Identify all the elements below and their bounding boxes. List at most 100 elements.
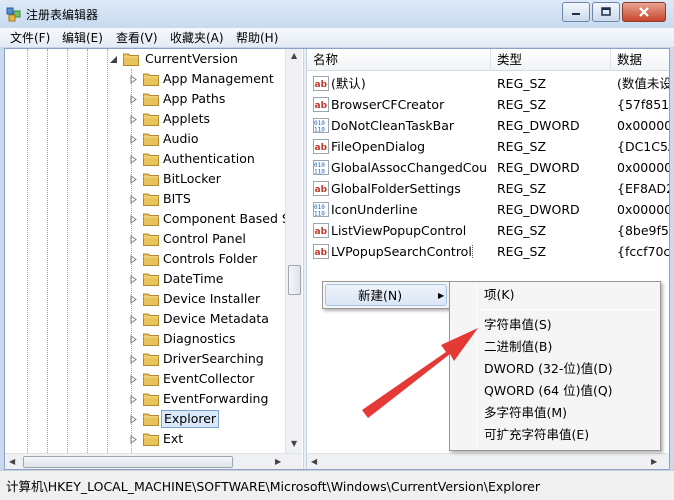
tree-item-device-metadata[interactable]: Device Metadata	[5, 309, 285, 329]
svg-text:110: 110	[314, 169, 325, 176]
minimize-button[interactable]	[562, 2, 590, 22]
list-item[interactable]: ab (默认) REG_SZ (数值未设	[307, 73, 669, 94]
list-item[interactable]: 010110IconUnderline REG_DWORD 0x000000	[307, 199, 669, 220]
list-item[interactable]: 010110DoNotCleanTaskBar REG_DWORD 0x000000	[307, 115, 669, 136]
tree-item-eventcollector[interactable]: EventCollector	[5, 369, 285, 389]
expand-triangle-icon[interactable]	[129, 355, 138, 364]
expand-triangle-icon[interactable]	[129, 135, 138, 144]
menu-file[interactable]: 文件(F)	[6, 29, 54, 47]
tree-item-diagnostics[interactable]: Diagnostics	[5, 329, 285, 349]
value-data: 0x000000	[617, 118, 669, 133]
binary-value-icon: 010110	[313, 202, 329, 217]
list-horizontal-scrollbar[interactable]: ◀ ▶	[307, 453, 669, 469]
tree-item-currentversion[interactable]: CurrentVersion	[5, 49, 285, 69]
value-name: IconUnderline	[331, 202, 418, 217]
column-type[interactable]: 类型	[491, 49, 611, 71]
expand-triangle-icon[interactable]	[129, 175, 138, 184]
menu-new-qword-value[interactable]: QWORD (64 位)值(Q)	[452, 380, 658, 402]
collapse-triangle-icon[interactable]	[109, 55, 118, 64]
tree-item-component-based-s[interactable]: Component Based S	[5, 209, 290, 229]
expand-triangle-icon[interactable]	[129, 155, 138, 164]
tree-scroll-thumb[interactable]	[288, 265, 301, 295]
expand-triangle-icon[interactable]	[129, 415, 138, 424]
folder-icon	[143, 213, 159, 226]
tree-item-authentication[interactable]: Authentication	[5, 149, 285, 169]
menu-bar: 文件(F) 编辑(E) 查看(V) 收藏夹(A) 帮助(H)	[0, 28, 674, 48]
scroll-right-arrow-icon[interactable]: ▶	[275, 457, 281, 466]
value-type: REG_SZ	[497, 181, 547, 196]
expand-triangle-icon[interactable]	[129, 395, 138, 404]
tree-item-device-installer[interactable]: Device Installer	[5, 289, 285, 309]
expand-triangle-icon[interactable]	[129, 75, 138, 84]
list-item[interactable]: abListViewPopupControl REG_SZ {8be9f5e	[307, 220, 669, 241]
window-title: 注册表编辑器	[26, 8, 99, 22]
context-menu: 新建(N) ▶	[322, 281, 450, 309]
menu-new[interactable]: 新建(N) ▶	[325, 284, 447, 306]
menu-new-binary-value[interactable]: 二进制值(B)	[452, 336, 658, 358]
value-name: BrowserCFCreator	[331, 97, 445, 112]
expand-triangle-icon[interactable]	[129, 315, 138, 324]
value-type: REG_DWORD	[497, 202, 580, 217]
expand-triangle-icon[interactable]	[129, 115, 138, 124]
tree-item-audio[interactable]: Audio	[5, 129, 285, 149]
menu-new-key[interactable]: 项(K)	[452, 284, 658, 306]
list-item[interactable]: abBrowserCFCreator REG_SZ {57f8510	[307, 94, 669, 115]
scroll-left-arrow-icon[interactable]: ◀	[9, 457, 15, 466]
tree-vertical-scrollbar[interactable]: ▲ ▼	[285, 49, 302, 453]
string-value-icon: ab	[313, 97, 329, 112]
tree-item-bits[interactable]: BITS	[5, 189, 285, 209]
svg-text:ab: ab	[315, 227, 328, 237]
tree-item-eventforwarding[interactable]: EventForwarding	[5, 389, 285, 409]
expand-triangle-icon[interactable]	[129, 95, 138, 104]
scroll-up-arrow-icon[interactable]: ▲	[291, 51, 297, 60]
menu-new-dword-value[interactable]: DWORD (32-位)值(D)	[452, 358, 658, 380]
expand-triangle-icon[interactable]	[129, 335, 138, 344]
menu-favorites[interactable]: 收藏夹(A)	[166, 29, 228, 47]
expand-triangle-icon[interactable]	[129, 195, 138, 204]
tree-item-app-management[interactable]: App Management	[5, 69, 285, 89]
tree-item-control-panel[interactable]: Control Panel	[5, 229, 285, 249]
tree-item-explorer[interactable]: Explorer	[5, 409, 285, 429]
folder-icon	[143, 293, 159, 306]
column-name[interactable]: 名称	[307, 49, 491, 71]
expand-triangle-icon[interactable]	[129, 275, 138, 284]
menu-view[interactable]: 查看(V)	[112, 29, 162, 47]
expand-triangle-icon[interactable]	[129, 295, 138, 304]
tree-item-ext[interactable]: Ext	[5, 429, 285, 449]
string-value-icon: ab	[313, 223, 329, 238]
tree-item-controls-folder[interactable]: Controls Folder	[5, 249, 285, 269]
expand-triangle-icon[interactable]	[129, 375, 138, 384]
close-button[interactable]	[622, 2, 666, 22]
menu-new-string-value[interactable]: 字符串值(S)	[452, 314, 658, 336]
tree-item-driversearching[interactable]: DriverSearching	[5, 349, 285, 369]
title-bar: 注册表编辑器	[0, 0, 674, 28]
tree-item-app-paths[interactable]: App Paths	[5, 89, 285, 109]
expand-triangle-icon[interactable]	[129, 435, 138, 444]
expand-triangle-icon[interactable]	[129, 255, 138, 264]
expand-triangle-icon[interactable]	[129, 235, 138, 244]
maximize-button[interactable]	[592, 2, 620, 22]
folder-icon	[143, 193, 159, 206]
list-item[interactable]: abLVPopupSearchControl REG_SZ {fccf70c8	[307, 241, 669, 262]
list-item[interactable]: abFileOpenDialog REG_SZ {DC1C5A	[307, 136, 669, 157]
list-item[interactable]: ab GlobalFolderSettings REG_SZ {EF8AD2	[307, 178, 669, 199]
scroll-right-arrow-icon[interactable]: ▶	[651, 457, 657, 466]
regedit-icon	[6, 7, 21, 22]
menu-new-multi-string-value[interactable]: 多字符串值(M)	[452, 402, 658, 424]
tree-item-bitlocker[interactable]: BitLocker	[5, 169, 285, 189]
menu-edit[interactable]: 编辑(E)	[58, 29, 107, 47]
menu-help[interactable]: 帮助(H)	[232, 29, 282, 47]
tree-item-datetime[interactable]: DateTime	[5, 269, 285, 289]
tree-item-applets[interactable]: Applets	[5, 109, 285, 129]
scroll-down-arrow-icon[interactable]: ▼	[291, 439, 297, 448]
tree-horizontal-scrollbar[interactable]: ◀ ▶	[5, 453, 302, 469]
menu-new-expandable-string-value[interactable]: 可扩充字符串值(E)	[452, 424, 658, 446]
expand-triangle-icon[interactable]	[129, 215, 138, 224]
folder-icon	[143, 353, 159, 366]
status-bar: 计算机\HKEY_LOCAL_MACHINE\SOFTWARE\Microsof…	[0, 470, 674, 500]
column-data[interactable]: 数据	[611, 49, 669, 71]
list-item[interactable]: 010 110 GlobalAssocChangedCou REG_DWORD 0x00…	[307, 157, 669, 178]
menu-new-string-value-label: 字符串值(S)	[484, 317, 552, 332]
scroll-left-arrow-icon[interactable]: ◀	[311, 457, 317, 466]
tree-hscroll-thumb[interactable]	[23, 456, 233, 468]
